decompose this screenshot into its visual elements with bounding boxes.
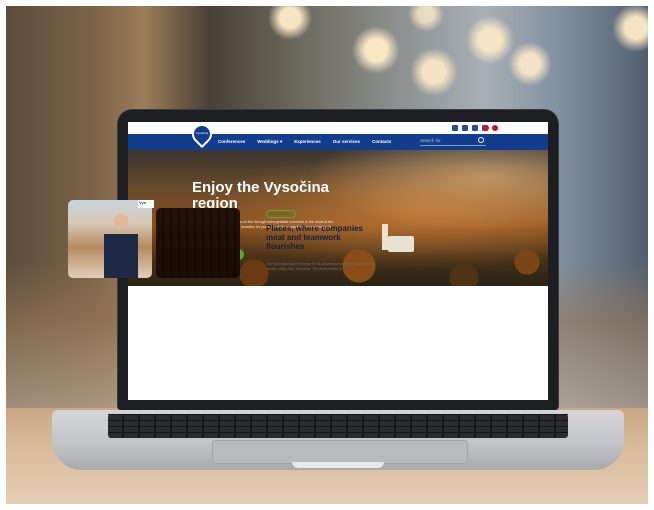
castle	[388, 236, 414, 252]
laptop-notch	[292, 462, 384, 468]
language-switcher	[483, 125, 498, 131]
photo-person	[104, 212, 138, 278]
section-title: Places, where companies meat and teamwor…	[266, 224, 363, 251]
nav-weddings-label: Weddings	[257, 139, 279, 144]
chevron-down-icon: ▾	[279, 139, 283, 144]
logo-text: Vysočina	[195, 131, 209, 135]
flag-cz-icon[interactable]	[483, 125, 489, 131]
keyboard	[108, 414, 568, 438]
nav-our-services[interactable]: Our services	[333, 139, 360, 145]
content-section	[128, 286, 548, 400]
sign-text: Vys	[138, 200, 154, 208]
section-text: The Vysočina region is known for its pic…	[266, 262, 374, 271]
youtube-icon[interactable]	[472, 125, 478, 131]
nav-conferences[interactable]: Conferences	[218, 139, 245, 145]
photo-conference-hall	[156, 208, 240, 278]
trackpad	[212, 440, 468, 464]
section-tag: Companies	[266, 210, 296, 218]
flag-icon[interactable]	[492, 125, 498, 131]
nav-weddings[interactable]: Weddings ▾	[257, 139, 282, 145]
search-input[interactable]: Search for	[420, 138, 486, 146]
instagram-icon[interactable]	[462, 125, 468, 131]
search-icon[interactable]	[478, 137, 484, 143]
nav-experiences[interactable]: Experiences	[294, 139, 321, 145]
nav-contacts[interactable]: Contacts	[372, 139, 391, 145]
facebook-icon[interactable]	[452, 125, 458, 131]
